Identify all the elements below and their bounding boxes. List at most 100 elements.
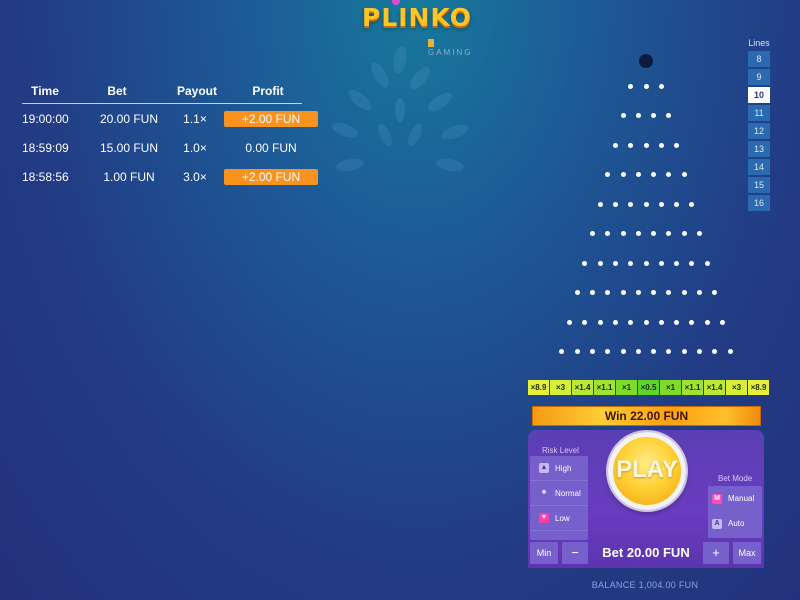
peg — [582, 319, 588, 325]
peg — [697, 231, 703, 236]
risk-high-option[interactable]: ▲ High — [530, 456, 588, 481]
control-panel: Risk Level ▲ High ■ Normal ▼ Low PLAY Be… — [528, 430, 764, 568]
row-time: 18:58:56 — [22, 169, 69, 184]
peg — [635, 349, 641, 354]
peg — [612, 142, 618, 148]
peg — [620, 172, 626, 177]
manual-icon: M — [712, 493, 722, 504]
peg — [643, 201, 649, 207]
peg — [574, 349, 580, 354]
plinko-board — [520, 48, 776, 368]
peg — [651, 349, 657, 354]
peg — [658, 201, 664, 207]
row-profit: 0.00 FUN — [218, 141, 302, 155]
peg — [651, 290, 657, 295]
multiplier-slot: ×3 — [726, 380, 747, 395]
multiplier-slot: ×8.9 — [748, 380, 769, 395]
peg — [697, 290, 703, 295]
peg — [689, 319, 695, 325]
history-row: 18:59:09 15.00 FUN 1.0× 0.00 FUN — [22, 133, 302, 162]
peg — [605, 231, 611, 236]
manual-label: Manual — [728, 494, 755, 503]
risk-normal-icon: ■ — [541, 489, 547, 496]
peg — [612, 319, 618, 325]
row-bet: 20.00 FUN — [99, 111, 159, 126]
peg — [628, 142, 634, 148]
peg — [674, 142, 680, 148]
peg — [689, 201, 695, 207]
peg — [612, 201, 618, 207]
header-payout: Payout — [176, 84, 217, 98]
plinko-logo: PLINKO GAMING — [356, 0, 471, 57]
increase-bet-button[interactable]: + — [703, 542, 729, 564]
min-bet-button[interactable]: Min — [530, 542, 558, 564]
peg — [597, 201, 603, 207]
header-bet: Bet — [107, 84, 127, 98]
risk-high-label: High — [555, 463, 572, 473]
row-profit: +2.00 FUN — [218, 110, 318, 127]
peg — [582, 260, 588, 266]
risk-low-option[interactable]: ▼ Low — [530, 506, 588, 531]
peg — [589, 290, 595, 295]
peg — [681, 349, 687, 354]
peg — [635, 290, 641, 295]
peg — [704, 260, 710, 266]
bet-amount: Bet 20.00 FUN — [602, 545, 690, 560]
auto-icon: A — [712, 518, 722, 529]
peg — [643, 83, 649, 89]
peg — [666, 290, 672, 295]
peg — [674, 319, 680, 325]
balance-display: BALANCE 1,004.00 FUN — [591, 580, 699, 590]
history-header: Time Bet Payout Profit — [22, 84, 302, 104]
decrease-bet-button[interactable]: − — [562, 542, 588, 564]
profit-value: +2.00 FUN — [224, 168, 318, 185]
header-profit: Profit — [252, 84, 284, 98]
profit-value: 0.00 FUN — [245, 140, 297, 155]
peg — [651, 172, 657, 177]
peg — [643, 260, 649, 266]
peg — [643, 142, 649, 148]
logo-subtitle: GAMING — [428, 39, 472, 57]
multiplier-slot: ×1.4 — [704, 380, 725, 395]
peg — [628, 260, 634, 266]
peg — [620, 349, 626, 354]
peg — [620, 231, 626, 236]
profit-value: +2.00 FUN — [224, 110, 318, 127]
peg — [628, 83, 634, 89]
bet-mode-manual[interactable]: M Manual — [708, 486, 762, 511]
bet-mode-auto[interactable]: A Auto — [708, 511, 762, 536]
peg — [567, 319, 572, 325]
peg — [658, 319, 664, 325]
multiplier-slot: ×1.1 — [594, 380, 615, 395]
multiplier-slot: ×8.9 — [528, 380, 549, 395]
risk-normal-option[interactable]: ■ Normal — [530, 481, 588, 506]
row-bet: 15.00 FUN — [99, 140, 159, 155]
peg — [681, 290, 687, 295]
peg — [651, 113, 657, 118]
multiplier-slot: ×1.4 — [572, 380, 593, 395]
multiplier-slot: ×1 — [616, 380, 637, 395]
background-leaf-decoration — [331, 46, 469, 172]
max-bet-button[interactable]: Max — [733, 542, 761, 564]
peg — [674, 260, 680, 266]
peg — [574, 290, 580, 295]
peg — [704, 319, 710, 325]
row-payout: 1.0× — [183, 140, 207, 155]
header-time: Time — [31, 84, 59, 98]
peg — [589, 231, 595, 236]
peg — [559, 349, 565, 354]
risk-normal-label: Normal — [555, 488, 581, 498]
row-profit: +2.00 FUN — [218, 168, 318, 185]
row-time: 18:59:09 — [22, 140, 69, 155]
peg — [720, 319, 725, 325]
stake-controls: Min − Bet 20.00 FUN + Max — [528, 542, 764, 566]
multiplier-slot: ×3 — [550, 380, 571, 395]
risk-low-icon: ▼ — [539, 513, 549, 523]
multiplier-slot: ×0.5 — [638, 380, 659, 395]
bet-mode-selector: M Manual A Auto — [708, 486, 762, 538]
peg — [612, 260, 618, 266]
history-row: 18:58:56 1.00 FUN 3.0× +2.00 FUN — [22, 162, 318, 191]
play-sparkle-icon — [648, 460, 678, 473]
peg — [666, 172, 672, 177]
peg — [712, 290, 718, 295]
